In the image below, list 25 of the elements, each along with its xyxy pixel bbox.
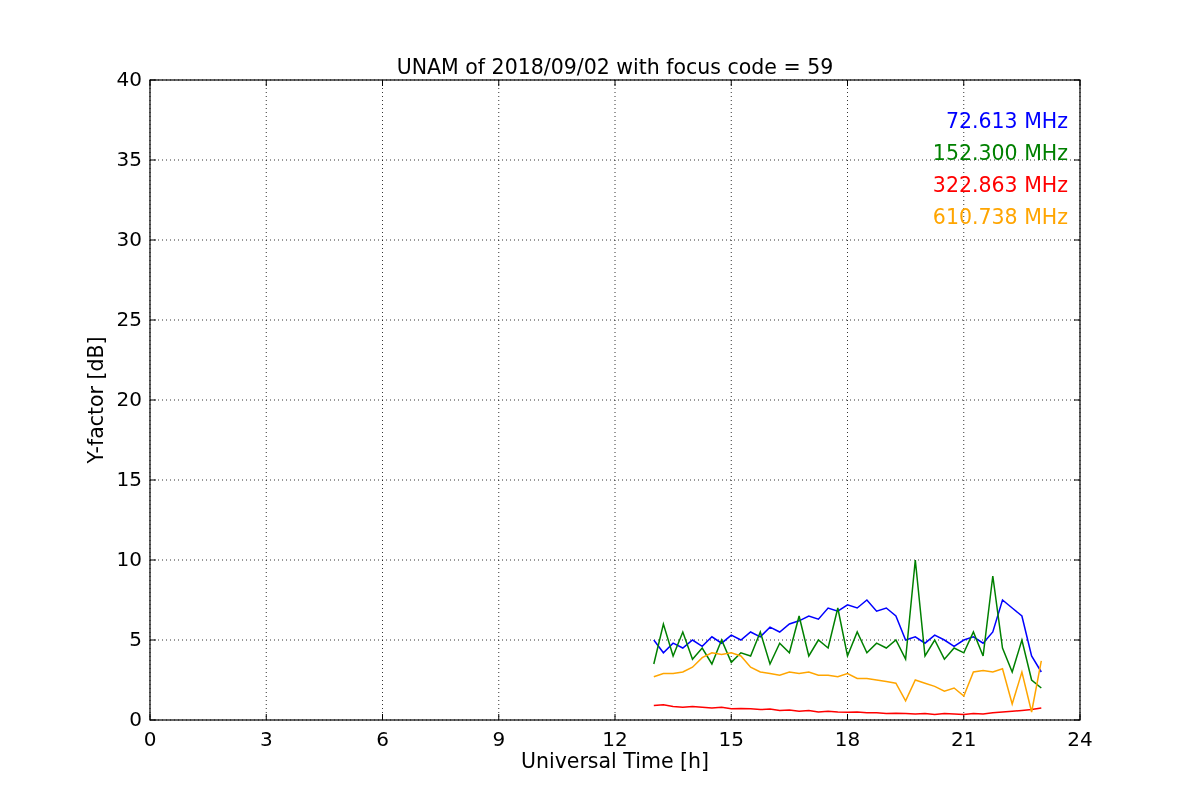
tick-label: 18 bbox=[834, 727, 861, 751]
tick-label: 6 bbox=[376, 727, 389, 751]
plot-title: UNAM of 2018/09/02 with focus code = 59 bbox=[396, 55, 834, 79]
legend-label: 72.613 MHz bbox=[945, 109, 1068, 133]
tick-label: 24 bbox=[1067, 727, 1093, 751]
legend-label: 322.863 MHz bbox=[932, 173, 1068, 197]
tick-label: 10 bbox=[116, 547, 142, 571]
tick-label: 40 bbox=[116, 67, 142, 91]
legend-label: 152.300 MHz bbox=[932, 141, 1068, 165]
axis-label: Universal Time [h] bbox=[521, 749, 709, 773]
tick-label: 0 bbox=[129, 707, 142, 731]
legend-label: 610.738 MHz bbox=[932, 205, 1068, 229]
tick-label: 9 bbox=[492, 727, 506, 751]
tick-label: 25 bbox=[116, 307, 142, 331]
axis-label: Y-factor [dB] bbox=[84, 336, 108, 464]
tick-label: 30 bbox=[116, 227, 142, 251]
tick-label: 20 bbox=[116, 387, 142, 411]
tick-label: 5 bbox=[129, 627, 142, 651]
tick-label: 12 bbox=[602, 727, 628, 751]
tick-label: 15 bbox=[116, 467, 142, 491]
tick-label: 35 bbox=[116, 147, 142, 171]
tick-label: 0 bbox=[143, 727, 157, 751]
tick-label: 15 bbox=[718, 727, 744, 751]
tick-label: 3 bbox=[259, 727, 273, 751]
tick-label: 21 bbox=[951, 727, 977, 751]
